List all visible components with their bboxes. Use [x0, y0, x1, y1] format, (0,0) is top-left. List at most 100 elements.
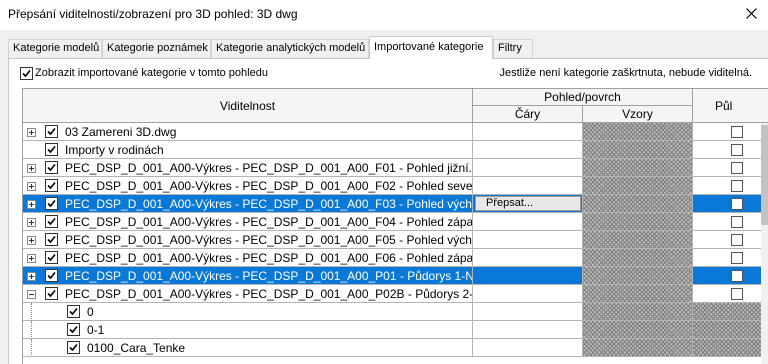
visibility-cell: 0100_Cara_Tenke	[23, 339, 473, 357]
show-imported-label: Zobrazit importované kategorie v tomto p…	[35, 67, 268, 79]
visibility-checkbox[interactable]	[67, 323, 80, 336]
halftone-cell[interactable]	[693, 123, 768, 141]
halftone-cell[interactable]	[693, 141, 768, 159]
table-row[interactable]: PEC_DSP_D_001_A00-Výkres - PEC_DSP_D_001…	[23, 267, 768, 285]
column-header-lines[interactable]: Čáry	[473, 106, 583, 123]
halftone-cell[interactable]	[693, 303, 768, 321]
halftone-cell[interactable]	[693, 159, 768, 177]
checkmark-icon	[69, 343, 78, 352]
lines-cell[interactable]	[473, 267, 583, 285]
table-row[interactable]: 03 Zamereni 3D.dwg	[23, 123, 768, 141]
column-header-visibility[interactable]: Viditelnost	[23, 89, 473, 123]
scrollbar-thumb[interactable]	[761, 125, 768, 225]
visibility-checkbox[interactable]	[67, 305, 80, 318]
halftone-cell[interactable]	[693, 177, 768, 195]
visibility-checkbox[interactable]	[45, 125, 58, 138]
halftone-cell[interactable]	[693, 285, 768, 303]
expand-icon[interactable]	[27, 218, 36, 227]
lines-cell[interactable]	[473, 303, 583, 321]
halftone-cell[interactable]	[693, 321, 768, 339]
lines-cell[interactable]	[473, 339, 583, 357]
expand-icon[interactable]	[27, 164, 36, 173]
column-header-patterns[interactable]: Vzory	[583, 106, 693, 123]
expand-icon[interactable]	[27, 200, 36, 209]
lines-cell[interactable]	[473, 141, 583, 159]
table-row[interactable]: PEC_DSP_D_001_A00-Výkres - PEC_DSP_D_001…	[23, 177, 768, 195]
expand-icon[interactable]	[27, 236, 36, 245]
expand-icon[interactable]	[27, 128, 36, 137]
halftone-cell[interactable]	[693, 231, 768, 249]
override-button[interactable]: Přepsat...	[475, 196, 581, 211]
tab-analytical-model-categories[interactable]: Kategorie analytických modelů	[211, 39, 369, 58]
visibility-checkbox[interactable]	[45, 197, 58, 210]
visibility-checkbox[interactable]	[45, 251, 58, 264]
close-button[interactable]	[734, 0, 768, 30]
halftone-checkbox[interactable]	[731, 126, 743, 138]
lines-cell[interactable]	[473, 213, 583, 231]
visibility-checkbox[interactable]	[45, 269, 58, 282]
show-imported-checkbox[interactable]	[20, 67, 33, 80]
visibility-note: Jestliže není kategorie zaškrtnuta, nebu…	[499, 67, 752, 79]
halftone-checkbox[interactable]	[731, 198, 743, 210]
halftone-cell[interactable]	[693, 195, 768, 213]
tab-annotation-categories[interactable]: Kategorie poznámek	[102, 39, 211, 58]
table-row[interactable]: PEC_DSP_D_001_A00-Výkres - PEC_DSP_D_001…	[23, 231, 768, 249]
row-label: PEC_DSP_D_001_A00-Výkres - PEC_DSP_D_001…	[65, 287, 473, 301]
visibility-checkbox[interactable]	[45, 179, 58, 192]
patterns-cell	[583, 339, 693, 357]
row-label: PEC_DSP_D_001_A00-Výkres - PEC_DSP_D_001…	[65, 269, 473, 283]
halftone-checkbox[interactable]	[731, 216, 743, 228]
halftone-cell[interactable]	[693, 249, 768, 267]
column-header-projection-surface: Pohled/povrch	[473, 89, 693, 106]
halftone-cell[interactable]	[693, 213, 768, 231]
lines-cell[interactable]	[473, 159, 583, 177]
table-row[interactable]: 0-1	[23, 321, 768, 339]
visibility-cell: PEC_DSP_D_001_A00-Výkres - PEC_DSP_D_001…	[23, 285, 473, 303]
table-row[interactable]: PEC_DSP_D_001_A00-Výkres - PEC_DSP_D_001…	[23, 213, 768, 231]
halftone-cell[interactable]	[693, 339, 768, 357]
tab-imported-categories[interactable]: Importované kategorie	[369, 36, 493, 59]
lines-cell[interactable]: Přepsat...	[473, 195, 583, 213]
tab-filters[interactable]: Filtry	[493, 39, 533, 58]
expand-icon[interactable]	[27, 182, 36, 191]
visibility-checkbox[interactable]	[45, 161, 58, 174]
patterns-cell	[583, 177, 693, 195]
dialog-body: Kategorie modelů Kategorie poznámek Kate…	[0, 30, 768, 364]
lines-cell[interactable]	[473, 249, 583, 267]
expand-icon[interactable]	[27, 272, 36, 281]
checkmark-icon	[47, 199, 56, 208]
visibility-checkbox[interactable]	[45, 233, 58, 246]
visibility-checkbox[interactable]	[45, 215, 58, 228]
visibility-checkbox[interactable]	[45, 143, 58, 156]
visibility-cell: PEC_DSP_D_001_A00-Výkres - PEC_DSP_D_001…	[23, 195, 473, 213]
halftone-checkbox[interactable]	[731, 252, 743, 264]
lines-cell[interactable]	[473, 177, 583, 195]
table-row[interactable]: PEC_DSP_D_001_A00-Výkres - PEC_DSP_D_001…	[23, 195, 768, 213]
row-label: 03 Zamereni 3D.dwg	[65, 125, 177, 139]
lines-cell[interactable]	[473, 321, 583, 339]
table-row[interactable]: PEC_DSP_D_001_A00-Výkres - PEC_DSP_D_001…	[23, 285, 768, 303]
expand-icon[interactable]	[27, 254, 36, 263]
halftone-checkbox[interactable]	[731, 270, 743, 282]
visibility-checkbox[interactable]	[67, 341, 80, 354]
halftone-checkbox[interactable]	[731, 162, 743, 174]
table-row[interactable]: 0100_Cara_Tenke	[23, 339, 768, 357]
vertical-scrollbar[interactable]	[761, 123, 768, 364]
lines-cell[interactable]	[473, 231, 583, 249]
table-row[interactable]: 0	[23, 303, 768, 321]
tab-model-categories[interactable]: Kategorie modelů	[8, 39, 102, 58]
collapse-icon[interactable]	[27, 290, 36, 299]
halftone-checkbox[interactable]	[731, 234, 743, 246]
halftone-checkbox[interactable]	[731, 180, 743, 192]
row-label: PEC_DSP_D_001_A00-Výkres - PEC_DSP_D_001…	[65, 197, 473, 211]
lines-cell[interactable]	[473, 285, 583, 303]
table-row[interactable]: PEC_DSP_D_001_A00-Výkres - PEC_DSP_D_001…	[23, 249, 768, 267]
table-row[interactable]: PEC_DSP_D_001_A00-Výkres - PEC_DSP_D_001…	[23, 159, 768, 177]
halftone-cell[interactable]	[693, 267, 768, 285]
halftone-checkbox[interactable]	[731, 288, 743, 300]
halftone-checkbox[interactable]	[731, 144, 743, 156]
lines-cell[interactable]	[473, 123, 583, 141]
table-row[interactable]: Importy v rodinách	[23, 141, 768, 159]
visibility-checkbox[interactable]	[45, 287, 58, 300]
column-header-halftone[interactable]: Půl	[693, 89, 768, 123]
